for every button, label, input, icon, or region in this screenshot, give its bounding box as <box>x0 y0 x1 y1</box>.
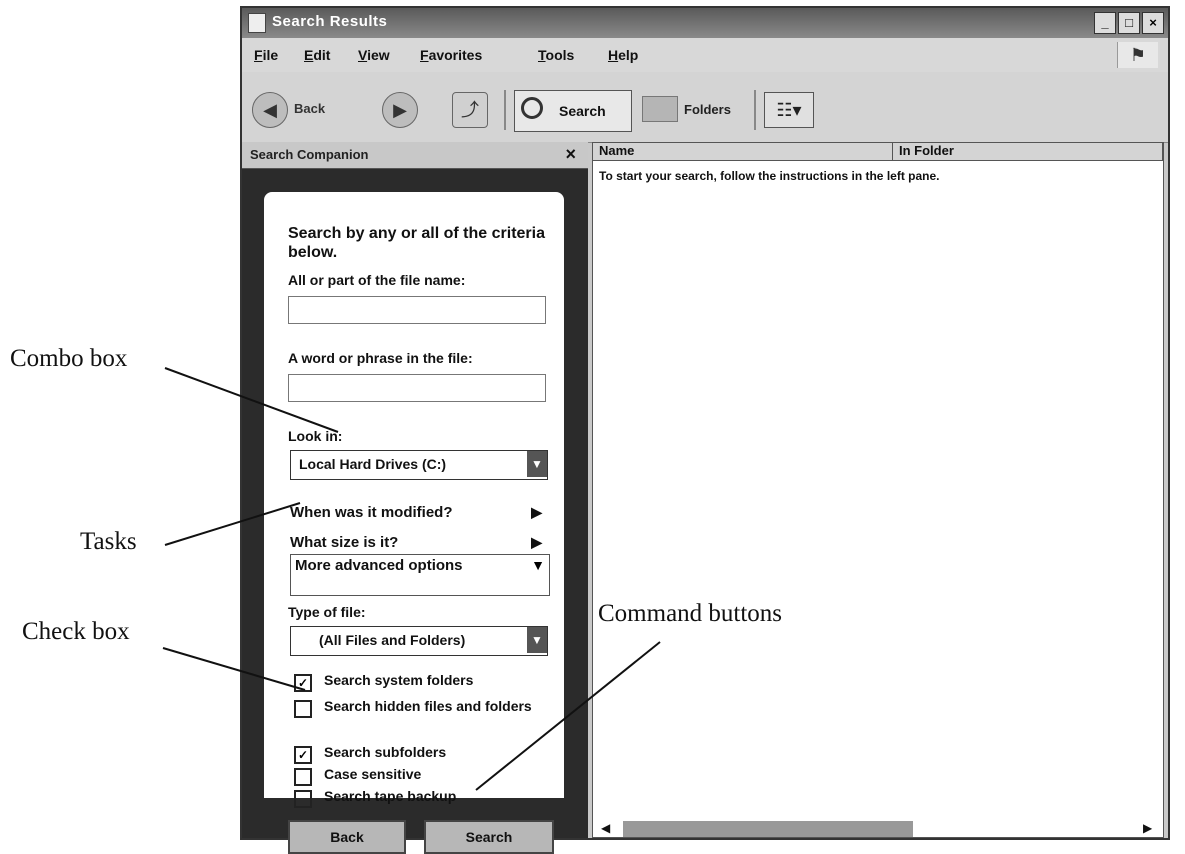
callout-lines <box>162 367 661 791</box>
tasks-pointer <box>164 502 301 546</box>
callout-tasks: Tasks <box>80 528 137 555</box>
check-box-pointer <box>162 647 306 691</box>
command-buttons-pointer <box>475 641 661 791</box>
callout-check-box: Check box <box>22 618 130 645</box>
callout-combo-box: Combo box <box>10 345 128 372</box>
combo-box-pointer <box>164 367 339 433</box>
callout-command-buttons: Command buttons <box>598 600 783 627</box>
